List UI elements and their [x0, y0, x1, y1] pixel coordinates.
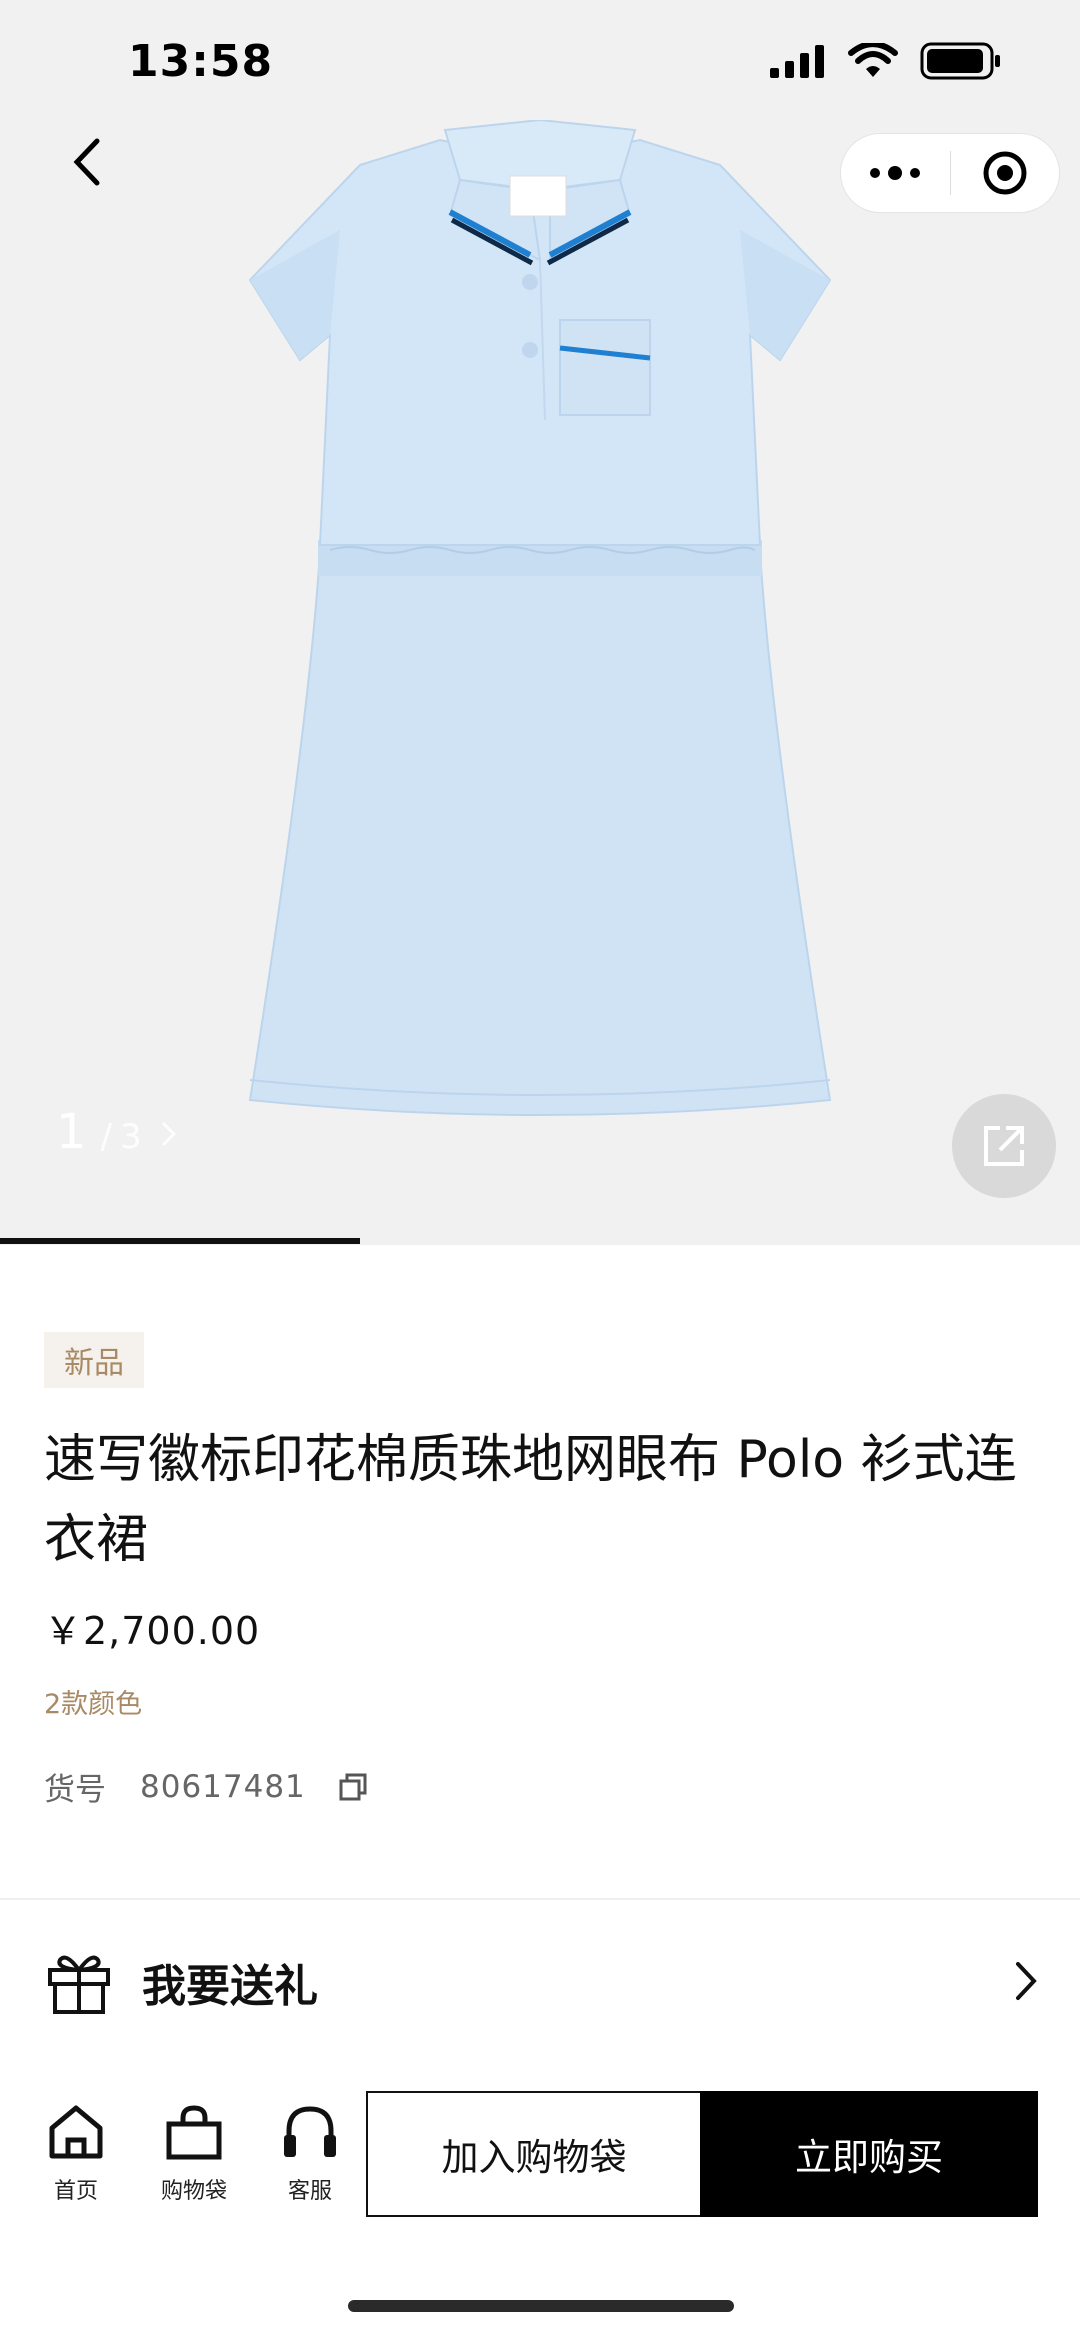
new-badge: 新品 [44, 1332, 144, 1388]
battery-icon [920, 42, 1000, 80]
image-progress-fill [0, 1238, 360, 1244]
mini-program-capsule [840, 133, 1060, 213]
sku-value: 80617481 [140, 1768, 306, 1805]
gift-row[interactable]: 我要送礼 [0, 1932, 1080, 2032]
buy-now-button[interactable]: 立即购买 [700, 2091, 1038, 2217]
bottom-action-bar: 首页 购物袋 客服 加入购物袋 立即购买 [0, 2085, 1080, 2225]
copy-icon[interactable] [338, 1772, 368, 1802]
more-button[interactable] [841, 134, 950, 212]
nav-service-label: 客服 [287, 2179, 332, 2204]
target-icon [983, 151, 1027, 195]
chevron-right-icon [160, 1117, 178, 1157]
back-button[interactable] [56, 132, 116, 192]
pager-separator: / [100, 1117, 113, 1157]
pager-total: 3 [120, 1117, 142, 1157]
headset-icon [281, 2101, 339, 2163]
chevron-right-icon [1014, 1960, 1038, 2006]
close-miniprogram-button[interactable] [951, 134, 1060, 212]
image-progress-track [0, 1238, 1080, 1244]
home-icon [47, 2101, 105, 2163]
more-dots-icon [870, 166, 921, 180]
status-icons [770, 42, 1002, 80]
nav-bag[interactable]: 购物袋 [146, 2101, 242, 2205]
nav-home-label: 首页 [53, 2179, 98, 2204]
pager-current: 1 [56, 1104, 87, 1160]
image-pager: 1 / 3 [56, 1104, 178, 1160]
nav-bag-label: 购物袋 [160, 2179, 227, 2204]
section-divider [0, 1898, 1080, 1900]
status-time: 13:58 [128, 36, 274, 87]
color-count-link[interactable]: 2款颜色 [44, 1682, 142, 1721]
signal-icon [770, 45, 824, 78]
wifi-icon [848, 43, 898, 77]
nav-service[interactable]: 客服 [262, 2101, 358, 2205]
sku-row: 货号 80617481 [44, 1764, 368, 1809]
share-button[interactable] [952, 1094, 1056, 1198]
sku-label: 货号 [44, 1772, 106, 1808]
nav-home[interactable]: 首页 [28, 2101, 124, 2205]
product-title: 速写徽标印花棉质珠地网眼布 Polo 衫式连衣裙 [44, 1430, 1017, 1570]
status-bar: 13:58 [0, 0, 1080, 130]
add-to-bag-button[interactable]: 加入购物袋 [366, 2091, 702, 2217]
shopping-bag-icon [165, 2101, 223, 2163]
home-indicator[interactable] [348, 2300, 734, 2312]
chevron-left-icon [73, 138, 100, 186]
gift-icon [44, 1947, 114, 2017]
product-price: ￥2,700.00 [44, 1609, 261, 1653]
gift-label: 我要送礼 [142, 1961, 318, 2012]
share-icon [984, 1126, 1024, 1166]
product-image-dress [248, 120, 832, 1116]
